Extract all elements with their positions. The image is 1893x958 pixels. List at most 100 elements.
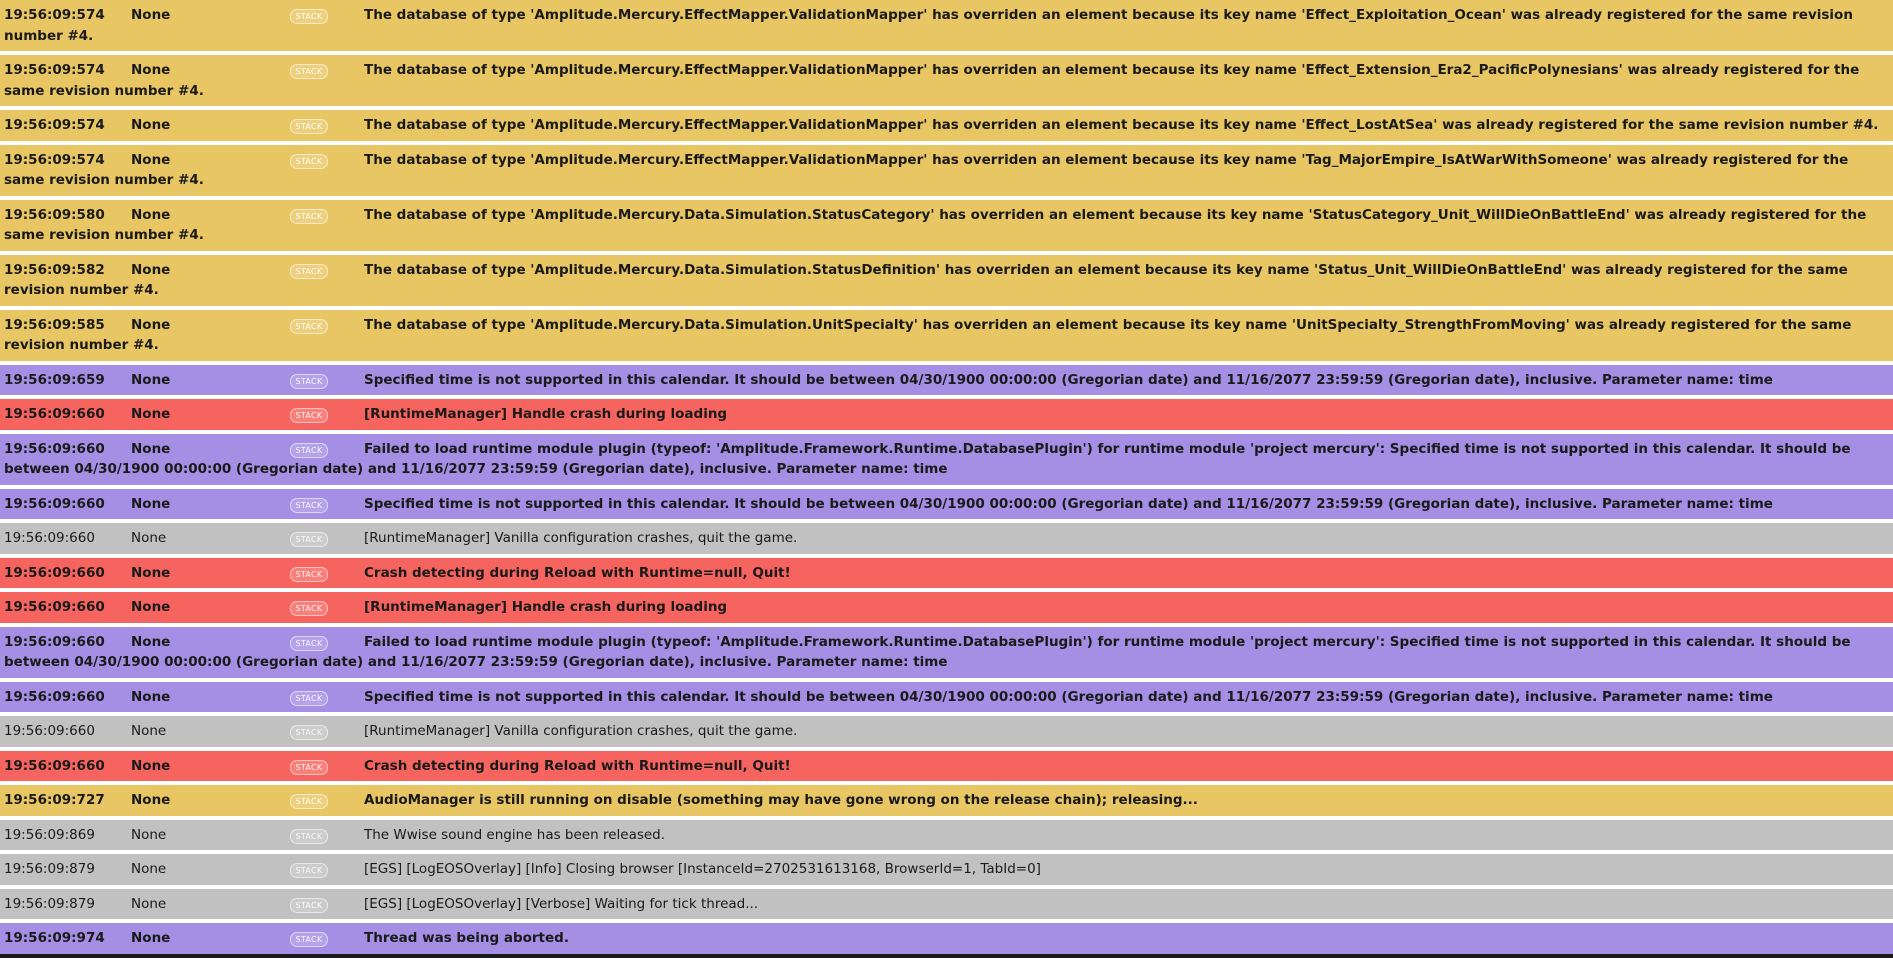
stack-cell: STACK [290,825,364,846]
stack-cell: STACK [290,315,364,336]
log-row[interactable]: 19:56:09:580 None STACK The database of typ… [0,199,1893,255]
stack-button[interactable]: STACK [290,863,328,878]
log-row[interactable]: 19:56:09:574 None STACK The database of typ… [0,110,1893,145]
log-message: [EGS] [LogEOSOverlay] [Verbose] Waiting … [364,895,759,912]
stack-button[interactable]: STACK [290,566,328,582]
log-category: None [131,688,171,705]
stack-button[interactable]: STACK [290,408,328,423]
stack-button[interactable]: STACK [290,794,328,809]
log-row[interactable]: 19:56:09:574 None STACK The database of typ… [0,144,1893,200]
log-message: The database of type 'Amplitude.Mercury.… [364,117,1879,133]
stack-button[interactable]: STACK [290,828,328,844]
stack-button[interactable]: STACK [290,64,328,79]
stack-cell: STACK [290,494,364,515]
log-category: None [131,117,171,133]
log-timestamp: 19:56:09:660 [4,530,95,546]
stack-cell: STACK [290,790,364,811]
log-message: The Wwise sound engine has been released… [364,826,666,843]
log-category: None [131,757,171,774]
stack-button[interactable]: STACK [290,532,328,547]
log-row[interactable]: 19:56:09:974 None STACK Thread was being ab… [0,923,1893,958]
log-row[interactable]: 19:56:09:582 None STACK The database of typ… [0,254,1893,310]
log-row[interactable]: 19:56:09:659 None STACK Specified time is n… [0,364,1893,399]
stack-cell: STACK [290,5,364,26]
stack-cell: STACK [290,404,364,425]
log-row[interactable]: 19:56:09:660 None STACK [RuntimeManager] Ha… [0,399,1893,434]
log-row[interactable]: 19:56:09:879 None STACK [EGS] [LogEOSOverla… [0,854,1893,889]
stack-cell: STACK [290,115,364,136]
log-category: None [131,792,171,808]
log-category: None [131,930,171,946]
log-message: Specified time is not supported in this … [364,495,1773,512]
log-message: Thread was being aborted. [364,930,569,946]
log-row[interactable]: 19:56:09:574 None STACK The database of typ… [0,55,1893,110]
log-timestamp: 19:56:09:660 [4,757,105,774]
log-timestamp: 19:56:09:660 [4,564,105,581]
log-row[interactable]: 19:56:09:660 None STACK [RuntimeManager] Va… [0,716,1893,751]
stack-button[interactable]: STACK [290,635,328,651]
log-category: None [131,633,171,650]
stack-button[interactable]: STACK [290,725,328,740]
stack-button[interactable]: STACK [290,932,328,947]
log-category: None [131,495,171,512]
log-category: None [131,861,167,877]
log-timestamp: 19:56:09:580 [4,206,105,223]
log-message: Specified time is not supported in this … [364,688,1773,705]
log-row[interactable]: 19:56:09:585 None STACK The database of typ… [0,309,1893,365]
stack-cell: STACK [290,205,364,226]
stack-cell: STACK [290,439,364,460]
stack-button[interactable]: STACK [290,208,328,224]
log-row[interactable]: 19:56:09:574 None STACK The database of typ… [0,0,1893,55]
log-message: Crash detecting during Reload with Runti… [364,564,791,581]
log-timestamp: 19:56:09:582 [4,261,105,278]
log-category: None [131,723,167,739]
log-row[interactable]: 19:56:09:660 None STACK Specified time is n… [0,488,1893,523]
stack-cell: STACK [290,894,364,915]
log-row[interactable]: 19:56:09:879 None STACK [EGS] [LogEOSOverla… [0,888,1893,923]
stack-button[interactable]: STACK [290,759,328,775]
stack-cell: STACK [290,563,364,584]
log-category: None [131,151,171,168]
stack-cell: STACK [290,150,364,171]
log-row[interactable]: 19:56:09:660 None STACK [RuntimeManager] Ha… [0,592,1893,627]
log-row[interactable]: 19:56:09:727 None STACK AudioManager is sti… [0,785,1893,820]
log-message: [RuntimeManager] Handle crash during loa… [364,599,728,615]
log-row[interactable]: 19:56:09:660 None STACK Failed to load runt… [0,626,1893,682]
log-row[interactable]: 19:56:09:660 None STACK Crash detecting dur… [0,557,1893,592]
log-timestamp: 19:56:09:574 [4,7,105,23]
stack-button[interactable]: STACK [290,318,328,334]
stack-button[interactable]: STACK [290,373,328,389]
log-timestamp: 19:56:09:660 [4,495,105,512]
stack-button[interactable]: STACK [290,601,328,616]
stack-button[interactable]: STACK [290,9,328,24]
log-timestamp: 19:56:09:660 [4,723,95,739]
log-timestamp: 19:56:09:574 [4,151,105,168]
log-category: None [131,564,171,581]
log-category: None [131,895,167,912]
log-timestamp: 19:56:09:974 [4,930,105,946]
stack-button[interactable]: STACK [290,263,328,279]
stack-cell: STACK [290,721,364,742]
stack-button[interactable]: STACK [290,119,328,134]
log-timestamp: 19:56:09:879 [4,861,95,877]
log-category: None [131,826,167,843]
log-row[interactable]: 19:56:09:660 None STACK [RuntimeManager] Va… [0,523,1893,558]
log-category: None [131,371,171,388]
stack-button[interactable]: STACK [290,442,328,458]
stack-button[interactable]: STACK [290,690,328,706]
log-row[interactable]: 19:56:09:660 None STACK Crash detecting dur… [0,750,1893,785]
stack-button[interactable]: STACK [290,497,328,513]
log-category: None [131,406,171,422]
log-row[interactable]: 19:56:09:660 None STACK Specified time is n… [0,681,1893,716]
stack-cell: STACK [290,859,364,880]
log-timestamp: 19:56:09:660 [4,406,105,422]
log-row[interactable]: 19:56:09:660 None STACK Failed to load runt… [0,433,1893,489]
log-category: None [131,599,171,615]
log-timestamp: 19:56:09:574 [4,117,105,133]
log-timestamp: 19:56:09:660 [4,599,105,615]
log-row[interactable]: 19:56:09:869 None STACK The Wwise sound eng… [0,819,1893,854]
stack-cell: STACK [290,528,364,549]
log-timestamp: 19:56:09:660 [4,688,105,705]
stack-button[interactable]: STACK [290,153,328,169]
stack-button[interactable]: STACK [290,897,328,913]
